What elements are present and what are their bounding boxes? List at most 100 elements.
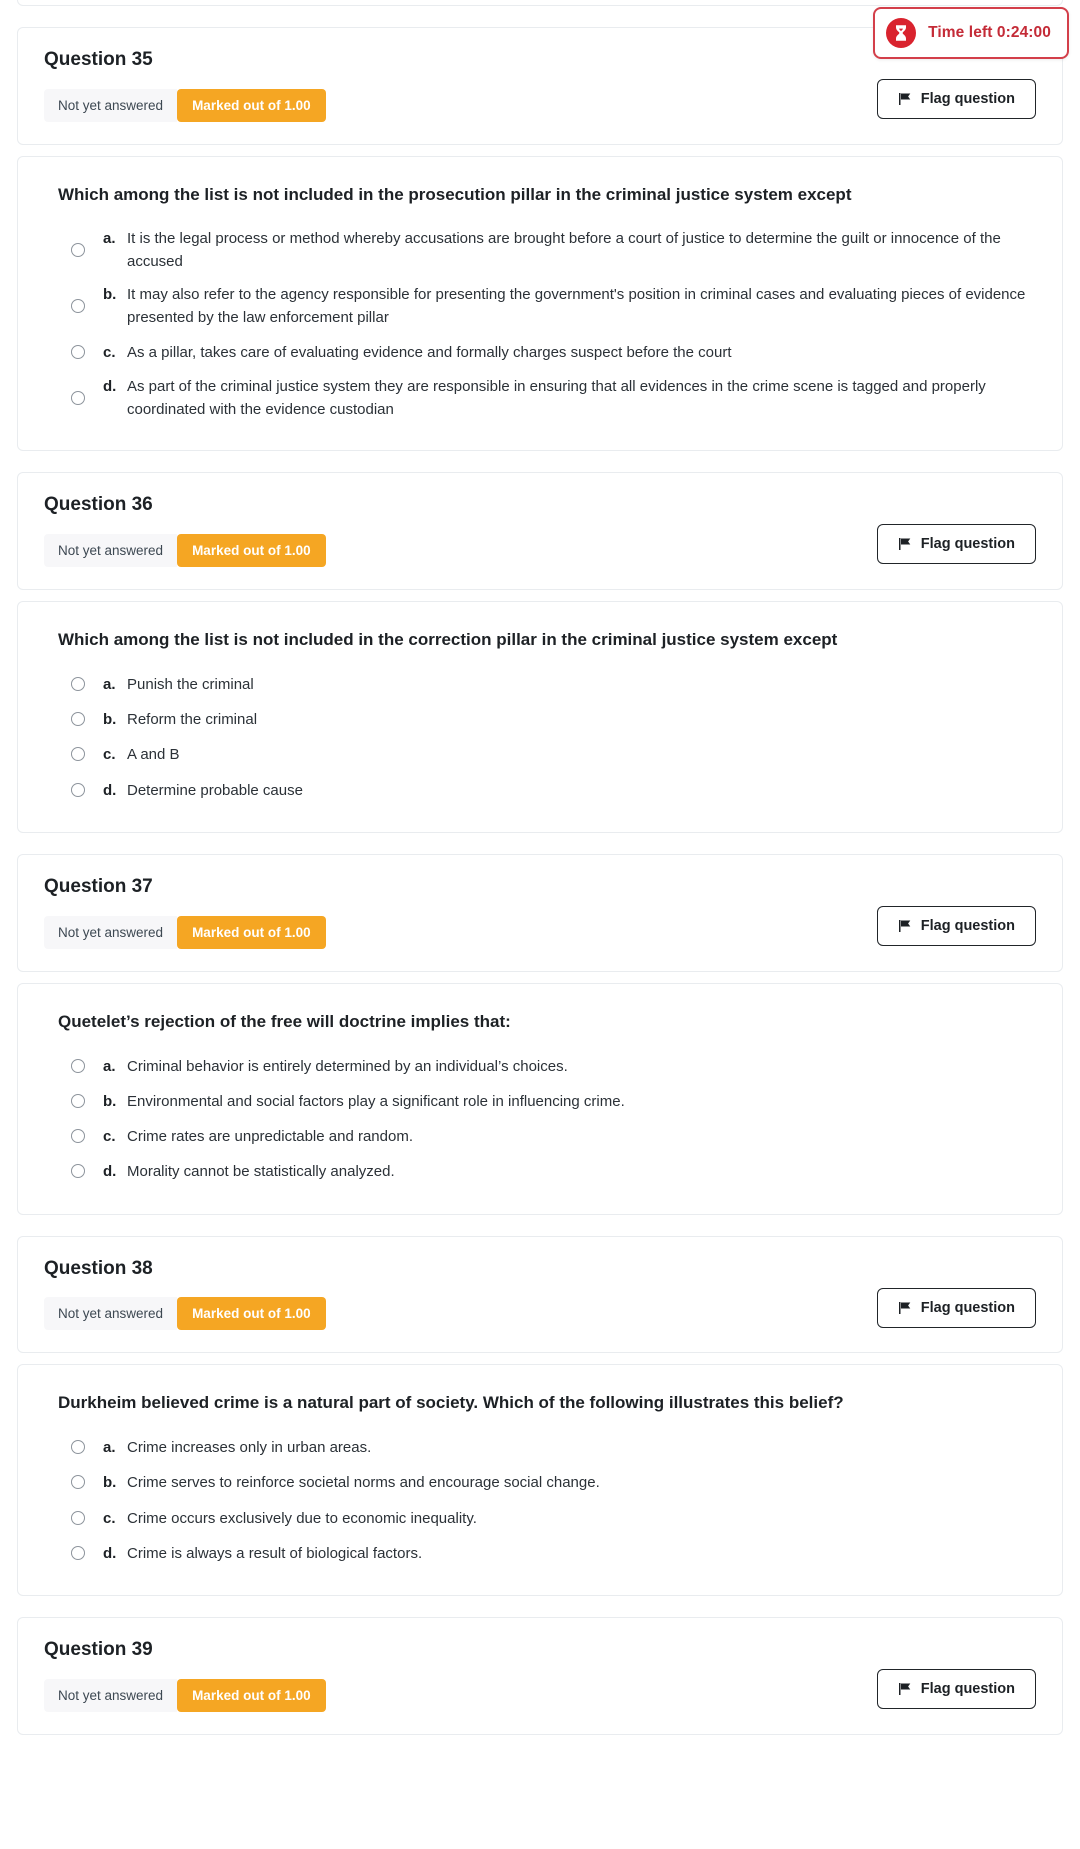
flag-icon <box>898 537 912 551</box>
timer-label: Time left 0:24:00 <box>928 24 1051 41</box>
question-body: Which among the list is not included in … <box>17 155 1063 452</box>
grade-badge: Marked out of 1.00 <box>177 88 326 122</box>
flag-icon <box>898 1301 912 1315</box>
answer-radio[interactable] <box>71 712 85 727</box>
answer-letter: a. <box>103 1057 116 1075</box>
answer-option[interactable]: a. It is the legal process or method whe… <box>44 222 1036 279</box>
answer-radio[interactable] <box>71 1129 85 1144</box>
previous-question-card-edge <box>17 0 1063 6</box>
answer-text: Environmental and social factors play a … <box>127 1092 625 1110</box>
flag-question-button[interactable]: Flag question <box>876 524 1036 565</box>
flag-question-label: Flag question <box>920 1681 1015 1698</box>
answer-option[interactable]: d. Morality cannot be statistically anal… <box>44 1154 1036 1189</box>
question-badges: Not yet answered Marked out of 1.00 <box>44 1678 326 1712</box>
answer-radio[interactable] <box>71 747 85 762</box>
quiz-timer[interactable]: Time left 0:24:00 <box>873 7 1069 59</box>
answer-radio[interactable] <box>71 1164 85 1179</box>
answer-letter: d. <box>103 1163 117 1181</box>
flag-question-button[interactable]: Flag question <box>876 79 1036 119</box>
answer-option[interactable]: d. Determine probable cause <box>44 773 1036 808</box>
question-header: Question 39 Not yet answered Marked out … <box>17 1617 1063 1735</box>
answer-option[interactable]: c. Crime rates are unpredictable and ran… <box>44 1119 1036 1154</box>
answer-letter: b. <box>103 1474 117 1492</box>
question-number: Question 38 <box>44 1257 153 1279</box>
answer-letter: c. <box>103 343 116 361</box>
question-number: Question 36 <box>44 494 153 516</box>
answer-text: Morality cannot be statistically analyze… <box>127 1163 395 1181</box>
question-number: Question 37 <box>44 875 153 897</box>
question-text: Which among the list is not included in … <box>58 630 838 650</box>
answer-radio[interactable] <box>71 1510 85 1525</box>
answer-radio[interactable] <box>71 1058 85 1073</box>
answer-options: a. Criminal behavior is entirely determi… <box>44 1049 1036 1190</box>
answer-letter: a. <box>103 229 116 247</box>
grade-badge: Marked out of 1.00 <box>177 1297 326 1331</box>
hourglass-icon <box>886 18 917 48</box>
answer-letter: c. <box>103 1509 116 1527</box>
answer-text: As a pillar, takes care of evaluating ev… <box>127 343 732 361</box>
flag-question-button[interactable]: Flag question <box>876 905 1036 946</box>
question-text: Quetelet’s rejection of the free will do… <box>58 1011 511 1031</box>
answer-letter: d. <box>103 781 117 799</box>
flag-question-label: Flag question <box>920 91 1015 107</box>
question-badges: Not yet answered Marked out of 1.00 <box>44 88 326 122</box>
question-meta: Question 39 Not yet answered Marked out … <box>44 1639 326 1712</box>
answer-radio[interactable] <box>71 242 85 257</box>
answer-text: It may also refer to the agency responsi… <box>127 286 1026 327</box>
status-badge: Not yet answered <box>44 88 178 122</box>
answer-option[interactable]: b. Reform the criminal <box>44 702 1036 737</box>
answer-radio[interactable] <box>71 1475 85 1490</box>
question-badges: Not yet answered Marked out of 1.00 <box>44 1297 326 1331</box>
answer-option[interactable]: c. A and B <box>44 737 1036 772</box>
answer-radio[interactable] <box>71 1440 85 1455</box>
question-number: Question 35 <box>44 49 153 70</box>
answer-radio[interactable] <box>71 782 85 797</box>
question-meta: Question 36 Not yet answered Marked out … <box>44 494 326 568</box>
answer-option[interactable]: a. Punish the criminal <box>44 667 1036 702</box>
answer-radio[interactable] <box>71 1093 85 1108</box>
answer-text: It is the legal process or method whereb… <box>127 229 1001 270</box>
question-meta: Question 37 Not yet answered Marked out … <box>44 876 326 949</box>
answer-letter: b. <box>103 711 117 729</box>
answer-radio[interactable] <box>71 391 85 406</box>
status-badge: Not yet answered <box>44 1678 178 1712</box>
answer-text: Determine probable cause <box>127 781 303 799</box>
flag-question-label: Flag question <box>920 536 1015 553</box>
question-badges: Not yet answered Marked out of 1.00 <box>44 915 326 949</box>
answer-radio[interactable] <box>71 1545 85 1560</box>
answer-options: a. Punish the criminal b. Reform the cri… <box>44 667 1036 808</box>
answer-option[interactable]: a. Crime increases only in urban areas. <box>44 1430 1036 1465</box>
quiz-page: Time left 0:24:00 Question 35 Not yet an… <box>0 0 1080 1849</box>
answer-text: Crime increases only in urban areas. <box>127 1439 372 1457</box>
answer-radio[interactable] <box>71 676 85 691</box>
answer-option[interactable]: d. As part of the criminal justice syste… <box>44 370 1036 427</box>
answer-option[interactable]: b. Crime serves to reinforce societal no… <box>44 1465 1036 1500</box>
answer-letter: b. <box>103 286 117 304</box>
flag-question-button[interactable]: Flag question <box>876 1669 1036 1710</box>
answer-option[interactable]: c. Crime occurs exclusively due to econo… <box>44 1501 1036 1536</box>
question-text: Which among the list is not included in … <box>58 184 852 204</box>
answer-option[interactable]: d. Crime is always a result of biologica… <box>44 1536 1036 1571</box>
answer-option[interactable]: a. Criminal behavior is entirely determi… <box>44 1049 1036 1084</box>
answer-text: Reform the criminal <box>127 711 258 729</box>
question-body: Which among the list is not included in … <box>17 601 1063 833</box>
answer-option[interactable]: b. Environmental and social factors play… <box>44 1084 1036 1119</box>
answer-option[interactable]: b. It may also refer to the agency respo… <box>44 278 1036 335</box>
answer-option[interactable]: c. As a pillar, takes care of evaluating… <box>44 335 1036 370</box>
flag-question-label: Flag question <box>920 1299 1015 1316</box>
flag-question-label: Flag question <box>920 917 1015 934</box>
question-header: Question 37 Not yet answered Marked out … <box>17 853 1063 972</box>
grade-badge: Marked out of 1.00 <box>177 534 326 568</box>
answer-text: A and B <box>127 746 180 764</box>
answer-radio[interactable] <box>71 299 85 314</box>
answer-options: a. Crime increases only in urban areas. … <box>44 1430 1036 1571</box>
flag-icon <box>898 919 912 933</box>
flag-question-button[interactable]: Flag question <box>876 1287 1036 1328</box>
question-text: Durkheim believed crime is a natural par… <box>58 1393 844 1413</box>
answer-text: Crime serves to reinforce societal norms… <box>127 1474 600 1492</box>
answer-radio[interactable] <box>71 344 85 359</box>
status-badge: Not yet answered <box>44 915 178 949</box>
